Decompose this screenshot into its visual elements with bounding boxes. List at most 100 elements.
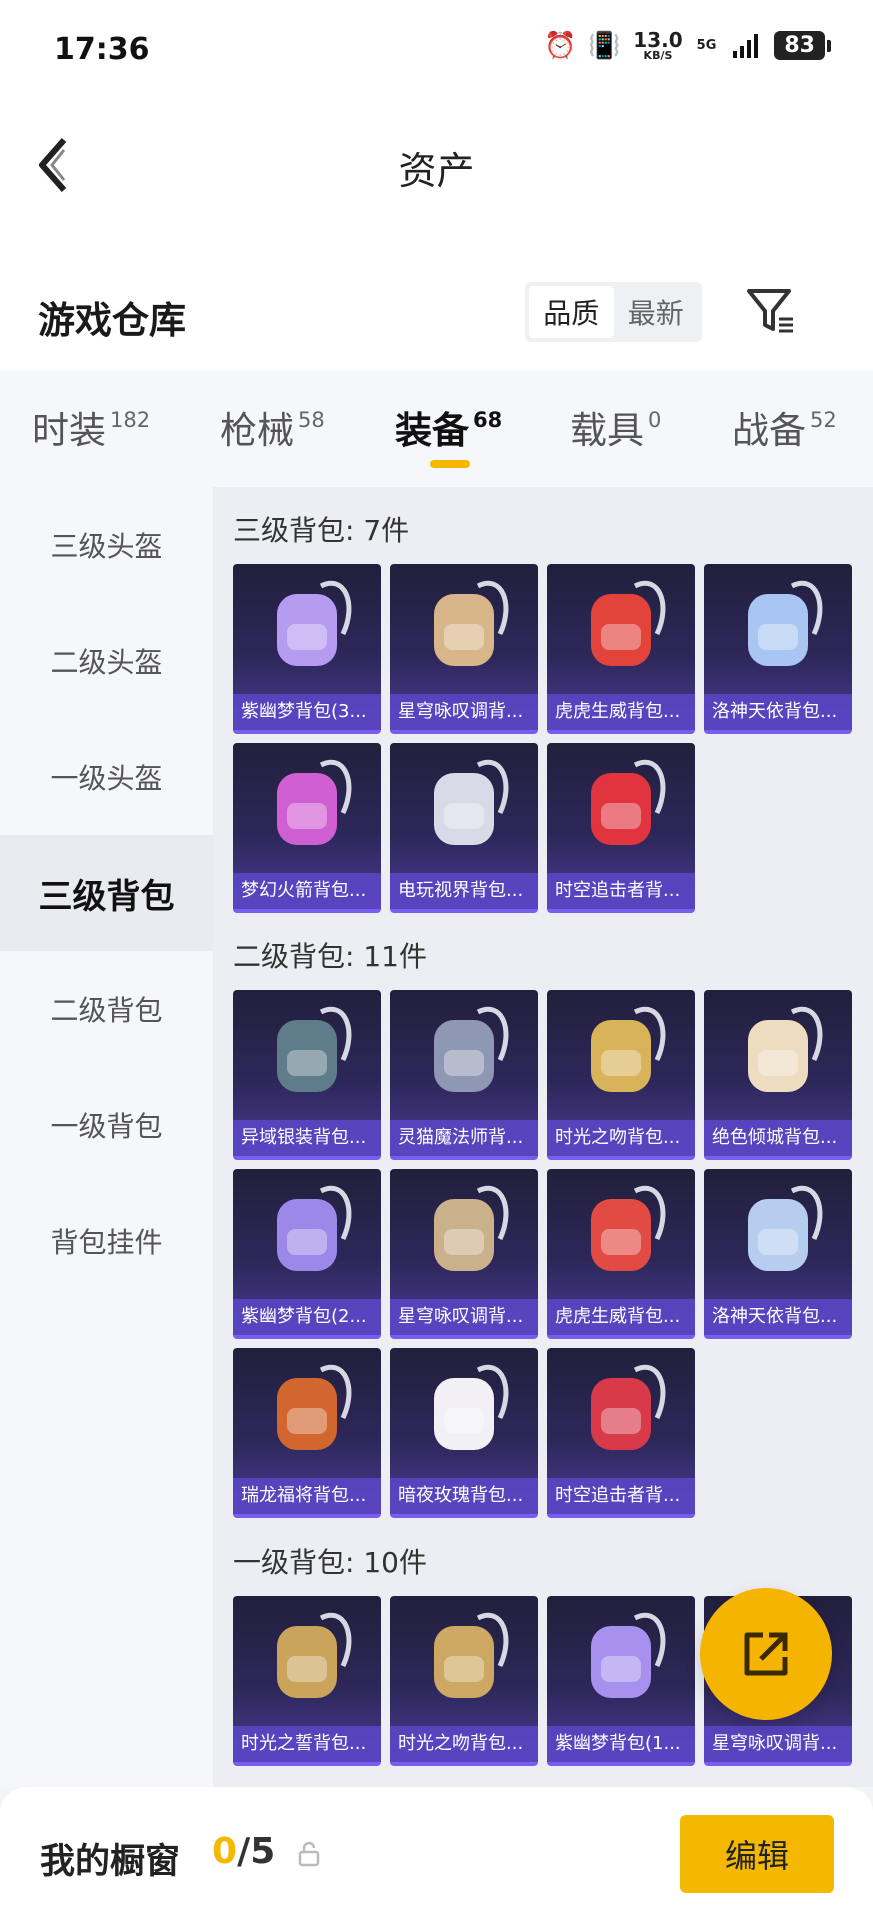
item-name: 暗夜玫瑰背包... <box>390 1478 538 1514</box>
sidebar-item-backpack-lv1[interactable]: 一级背包 <box>0 1067 213 1183</box>
lock-icon <box>298 1841 320 1867</box>
backpack-item-card[interactable]: 灵猫魔法师背... <box>390 990 538 1160</box>
backpack-icon <box>277 760 352 845</box>
backpack-icon <box>748 1186 823 1271</box>
backpack-icon <box>277 1007 352 1092</box>
backpack-icon <box>277 1613 352 1698</box>
backpack-icon <box>434 1007 509 1092</box>
battery-indicator: 83 <box>774 31 831 60</box>
sidebar-item-backpack-lv2[interactable]: 二级背包 <box>0 951 213 1067</box>
sidebar-item-helmet-lv3[interactable]: 三级头盔 <box>0 487 213 603</box>
vibrate-icon: 📳 <box>588 30 621 61</box>
backpack-icon <box>591 760 666 845</box>
backpack-icon <box>748 1007 823 1092</box>
backpack-icon <box>591 581 666 666</box>
tab-supplies[interactable]: 战备 52 <box>732 400 837 454</box>
item-name: 虎虎生威背包... <box>547 1299 695 1335</box>
item-name: 梦幻火箭背包... <box>233 873 381 909</box>
backpack-icon <box>434 760 509 845</box>
backpack-item-card[interactable]: 时光之吻背包... <box>547 990 695 1160</box>
backpack-item-card[interactable]: 异域银装背包... <box>233 990 381 1160</box>
backpack-item-card[interactable]: 绝色倾城背包... <box>704 990 852 1160</box>
sort-toggle: 品质 最新 <box>525 282 702 342</box>
filter-button[interactable] <box>745 285 797 337</box>
item-name: 时光之吻背包... <box>547 1120 695 1156</box>
backpack-item-card[interactable]: 梦幻火箭背包... <box>233 743 381 913</box>
item-name: 星穹咏叹调背... <box>704 1726 852 1762</box>
status-bar: 17:36 ⏰ 📳 13.0 KB/S 5G 83 <box>0 0 873 100</box>
item-name: 绝色倾城背包... <box>704 1120 852 1156</box>
item-name: 灵猫魔法师背... <box>390 1120 538 1156</box>
sub-category-sidebar: 三级头盔 二级头盔 一级头盔 三级背包 二级背包 一级背包 背包挂件 <box>0 487 213 1787</box>
showcase-bar: 我的橱窗 0/5 编辑 <box>0 1787 873 1920</box>
section-title: 一级背包: 10件 <box>233 1546 427 1579</box>
showcase-label: 我的橱窗 <box>40 1842 181 1882</box>
backpack-icon <box>277 581 352 666</box>
item-name: 星穹咏叹调背... <box>390 1299 538 1335</box>
backpack-item-card[interactable]: 星穹咏叹调背... <box>390 564 538 734</box>
backpack-item-card[interactable]: 洛神天依背包... <box>704 1169 852 1339</box>
backpack-item-card[interactable]: 紫幽梦背包(1... <box>547 1596 695 1766</box>
share-button[interactable] <box>700 1588 832 1720</box>
backpack-icon <box>434 1186 509 1271</box>
active-tab-indicator <box>430 460 470 468</box>
item-name: 瑞龙福将背包... <box>233 1478 381 1514</box>
sidebar-item-helmet-lv1[interactable]: 一级头盔 <box>0 719 213 835</box>
item-name: 紫幽梦背包(1... <box>547 1726 695 1762</box>
backpack-icon <box>277 1186 352 1271</box>
backpack-icon <box>591 1613 666 1698</box>
backpack-item-card[interactable]: 时光之誓背包... <box>233 1596 381 1766</box>
tab-equipment[interactable]: 装备 68 <box>395 400 502 454</box>
backpack-item-card[interactable]: 虎虎生威背包... <box>547 1169 695 1339</box>
alarm-icon: ⏰ <box>544 30 577 61</box>
sidebar-item-helmet-lv2[interactable]: 二级头盔 <box>0 603 213 719</box>
item-name: 时光之誓背包... <box>233 1726 381 1762</box>
backpack-item-card[interactable]: 紫幽梦背包(3... <box>233 564 381 734</box>
sidebar-item-backpack-charm[interactable]: 背包挂件 <box>0 1183 213 1299</box>
backpack-icon <box>748 581 823 666</box>
backpack-item-card[interactable]: 星穹咏叹调背... <box>390 1169 538 1339</box>
tab-fashion[interactable]: 时装 182 <box>32 400 150 454</box>
backpack-item-card[interactable]: 时空追击者背... <box>547 1348 695 1518</box>
share-out-icon <box>744 1632 788 1676</box>
network-speed: 13.0 KB/S <box>633 28 683 62</box>
sidebar-item-backpack-lv3[interactable]: 三级背包 <box>0 835 213 951</box>
item-name: 紫幽梦背包(3... <box>233 694 381 730</box>
item-name: 紫幽梦背包(2... <box>233 1299 381 1335</box>
item-name: 时空追击者背... <box>547 1478 695 1514</box>
backpack-icon <box>277 1365 352 1450</box>
backpack-icon <box>591 1186 666 1271</box>
backpack-icon <box>591 1007 666 1092</box>
backpack-icon <box>591 1365 666 1450</box>
category-tabs: 时装 182 枪械 58 装备 68 载具 0 战备 52 <box>0 370 873 487</box>
backpack-item-card[interactable]: 时光之吻背包... <box>390 1596 538 1766</box>
page-title: 资产 <box>398 149 475 193</box>
backpack-item-card[interactable]: 洛神天依背包... <box>704 564 852 734</box>
nav-bar: 资产 <box>0 100 873 230</box>
item-name: 虎虎生威背包... <box>547 694 695 730</box>
section-title: 三级背包: 7件 <box>233 514 410 547</box>
item-name: 时空追击者背... <box>547 873 695 909</box>
sort-quality-button[interactable]: 品质 <box>529 286 614 338</box>
backpack-icon <box>434 581 509 666</box>
backpack-item-card[interactable]: 时空追击者背... <box>547 743 695 913</box>
tab-firearms[interactable]: 枪械 58 <box>220 400 325 454</box>
backpack-item-card[interactable]: 暗夜玫瑰背包... <box>390 1348 538 1518</box>
sort-latest-button[interactable]: 最新 <box>614 286 699 338</box>
backpack-item-card[interactable]: 瑞龙福将背包... <box>233 1348 381 1518</box>
backpack-item-card[interactable]: 电玩视界背包... <box>390 743 538 913</box>
item-name: 洛神天依背包... <box>704 694 852 730</box>
item-name: 异域银装背包... <box>233 1120 381 1156</box>
edit-button[interactable]: 编辑 <box>680 1815 834 1893</box>
filter-icon <box>747 289 793 333</box>
backpack-item-card[interactable]: 虎虎生威背包... <box>547 564 695 734</box>
signal-icon <box>730 31 760 61</box>
item-name: 洛神天依背包... <box>704 1299 852 1335</box>
tab-vehicles[interactable]: 载具 0 <box>570 400 661 454</box>
backpack-icon <box>434 1613 509 1698</box>
item-name: 星穹咏叹调背... <box>390 694 538 730</box>
warehouse-title: 游戏仓库 <box>38 299 186 342</box>
backpack-icon <box>434 1365 509 1450</box>
backpack-item-card[interactable]: 紫幽梦背包(2... <box>233 1169 381 1339</box>
warehouse-header: 游戏仓库 品质 最新 <box>0 230 873 370</box>
